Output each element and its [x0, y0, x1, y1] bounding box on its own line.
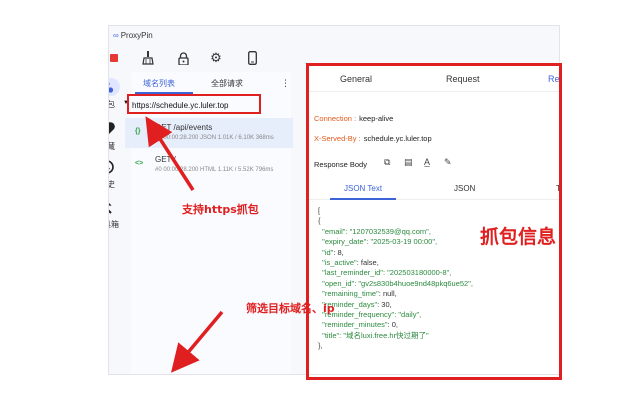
- history-icon: [109, 158, 117, 176]
- phone-icon[interactable]: [244, 50, 260, 66]
- annotation-filter: 筛选目标域名、ip: [246, 302, 335, 315]
- gear-icon[interactable]: ⚙: [208, 50, 224, 66]
- app-title: ProxyPin: [120, 30, 153, 40]
- nav-item-toolbox[interactable]: 工具箱: [109, 198, 129, 230]
- request-meta: #1 00:00:28.200 JSON 1.01K / 6.10K 368ms: [155, 135, 274, 141]
- html-type-icon: <>: [135, 160, 144, 167]
- request-row[interactable]: <> GET / #0 00:00:28.200 HTML 1.11K / 5.…: [125, 150, 293, 180]
- list-tabs: 域名列表 全部请求 ⋮: [131, 72, 291, 94]
- nav-label: 收藏: [109, 142, 115, 151]
- title-bar: ∞ ProxyPin: [109, 26, 559, 44]
- nav-label: 历史: [109, 180, 115, 189]
- tab-all-requests[interactable]: 全部请求: [211, 78, 243, 89]
- request-method-path: GET /: [155, 155, 176, 164]
- annotation-https: 支持https抓包: [182, 203, 259, 216]
- request-method-path: GET /api/events: [155, 123, 213, 132]
- nav-label: 抓包: [109, 100, 115, 109]
- annotation-info: 抓包信息: [480, 226, 557, 248]
- lock-icon[interactable]: [175, 50, 191, 66]
- domain-list-pane: 域名列表 全部请求 ⋮ ▼ {} GET /api/events #1 00:0…: [123, 72, 293, 374]
- stop-icon[interactable]: [109, 50, 122, 66]
- request-meta: #0 00:00:28.200 HTML 1.11K / 5.52K 796ms: [155, 167, 274, 173]
- more-options-icon[interactable]: ⋮: [281, 78, 290, 89]
- toolbar: ⚙: [109, 46, 309, 72]
- json-type-icon: {}: [135, 128, 141, 135]
- heart-icon: [109, 120, 117, 138]
- app-logo-icon: ∞: [113, 30, 119, 40]
- broom-icon[interactable]: [140, 50, 156, 66]
- nav-label: 工具箱: [109, 220, 119, 229]
- filter-highlight-box: [127, 94, 261, 114]
- capture-icon: [109, 78, 120, 96]
- tools-icon: [109, 198, 117, 216]
- request-row[interactable]: {} GET /api/events #1 00:00:28.200 JSON …: [125, 118, 293, 148]
- tab-domain-list[interactable]: 域名列表: [143, 78, 175, 89]
